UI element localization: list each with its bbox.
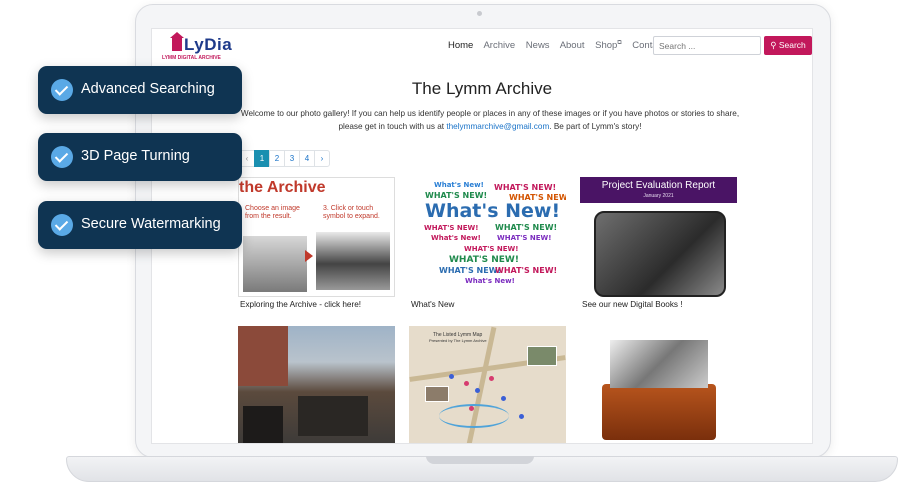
badge-3d-page-turning: 3D Page Turning	[38, 133, 242, 181]
search-icon: ⚲	[770, 40, 777, 50]
logo-text: LyDia	[184, 35, 233, 54]
word-small: WHAT'S NEW!	[424, 224, 479, 232]
report-date: January 2021	[643, 193, 674, 199]
card-caption[interactable]: See our new Digital Books !	[582, 300, 683, 309]
thumb-text-b: 3. Click or touch symbol to expand.	[323, 205, 380, 220]
report-title: Project Evaluation Report	[601, 180, 716, 191]
word-small: WHAT'S NEW!	[495, 266, 558, 275]
page-4[interactable]: 4	[299, 150, 315, 167]
check-circle-icon	[51, 214, 73, 236]
site-header: LyDia LYMM DIGITAL ARCHIVE Home Archive …	[152, 29, 812, 65]
map-pin[interactable]	[475, 388, 480, 393]
map-river	[439, 404, 509, 428]
nav-about[interactable]: About	[560, 40, 585, 51]
search-button-label: Search	[778, 40, 806, 50]
thumbnail-exploring-archive[interactable]: the Archive Choose an image from the res…	[238, 177, 395, 297]
check-circle-icon	[51, 79, 73, 101]
pagination: ‹ 1 2 3 4 ›	[239, 150, 330, 167]
word-small: WHAT'S NEW!	[464, 245, 519, 253]
nav-archive[interactable]: Archive	[483, 40, 515, 51]
word-small: WHAT'S NEW!	[497, 234, 552, 242]
thumbnail-lymm-map[interactable]: The Listed Lymm Map Presented by The Lym…	[409, 326, 566, 443]
word-small: WHAT'S NEW!	[449, 255, 519, 265]
intro-text: Welcome to our photo gallery! If you can…	[240, 108, 740, 133]
badge-secure-watermarking: Secure Watermarking	[38, 201, 242, 249]
arrow-right-icon	[305, 250, 313, 262]
nav-shop-wrap[interactable]: Shop⧉	[595, 40, 621, 51]
map-inset-photo	[425, 386, 449, 402]
map-pin[interactable]	[489, 376, 494, 381]
badge-label: Advanced Searching	[81, 81, 215, 97]
chevron-right-icon: ›	[320, 154, 324, 163]
brick-house	[238, 326, 288, 386]
crowd	[243, 406, 283, 443]
check-circle-icon	[51, 146, 73, 168]
badge-label: 3D Page Turning	[81, 148, 190, 164]
thumbnail-whats-new[interactable]: What's New! WHAT'S NEW! WHAT'S NEW! WHAT…	[409, 177, 566, 297]
word-small: WHAT'S NEW!	[439, 266, 502, 275]
badge-advanced-searching: Advanced Searching	[38, 66, 242, 114]
screenshot-thumb	[316, 232, 390, 290]
report-photo	[594, 211, 726, 297]
thumbnail-treasure-chest[interactable]	[580, 326, 737, 443]
map-pin[interactable]	[501, 396, 506, 401]
search-input[interactable]	[653, 36, 761, 55]
nav-home[interactable]: Home	[448, 40, 473, 51]
word-small: WHAT'S NEW!	[425, 191, 488, 200]
chest-photos	[610, 340, 708, 388]
word-big: What's New!	[425, 200, 561, 222]
house-icon	[170, 32, 184, 51]
horse-carriage	[298, 396, 368, 436]
next-page-button[interactable]: ›	[314, 150, 330, 167]
map-pin[interactable]	[519, 414, 524, 419]
map-pin[interactable]	[449, 374, 454, 379]
thumbnail-procession-photo[interactable]	[238, 326, 395, 443]
map-pin[interactable]	[469, 406, 474, 411]
search-button[interactable]: ⚲ Search	[764, 36, 812, 55]
card-caption[interactable]: Exploring the Archive - click here!	[240, 300, 361, 309]
word-small: WHAT'S NEW!	[494, 183, 557, 192]
email-link[interactable]: thelymmarchive@gmail.com	[446, 122, 549, 131]
page-3[interactable]: 3	[284, 150, 300, 167]
site-logo[interactable]: LyDia LYMM DIGITAL ARCHIVE	[162, 32, 233, 61]
map-inset-photo	[527, 346, 557, 366]
nav-shop[interactable]: Shop	[595, 40, 617, 51]
intro-end: . Be part of Lymm's story!	[549, 121, 642, 131]
word-tiny: What's New!	[434, 181, 484, 189]
browser-screen: LyDia LYMM DIGITAL ARCHIVE Home Archive …	[151, 28, 813, 444]
page-1[interactable]: 1	[254, 150, 270, 167]
chevron-left-icon: ‹	[245, 154, 249, 163]
camera-icon	[477, 11, 482, 16]
thumb-heading: the Archive	[239, 179, 326, 196]
badge-label: Secure Watermarking	[81, 216, 221, 232]
nav-news[interactable]: News	[526, 40, 550, 51]
chest-body	[602, 384, 716, 440]
thumbnail-evaluation-report[interactable]: Project Evaluation Report January 2021	[580, 177, 737, 297]
word-tiny: What's New!	[431, 234, 481, 242]
word-tiny: What's New!	[465, 277, 515, 285]
page-title: The Lymm Archive	[411, 79, 553, 98]
map-pin[interactable]	[464, 381, 469, 386]
screenshot-thumb	[243, 236, 307, 292]
card-caption[interactable]: What's New	[411, 300, 454, 309]
laptop-notch	[426, 456, 534, 464]
word-small: WHAT'S NEW!	[495, 223, 558, 232]
logo-subtitle: LYMM DIGITAL ARCHIVE	[162, 55, 221, 61]
thumb-text-a: Choose an image from the result.	[245, 205, 300, 220]
page-2[interactable]: 2	[269, 150, 285, 167]
main-nav: Home Archive News About Shop⧉ Contact	[448, 40, 673, 51]
map-subtitle: Presented by The Lymm Archive	[429, 338, 487, 343]
external-link-icon: ⧉	[617, 40, 622, 46]
